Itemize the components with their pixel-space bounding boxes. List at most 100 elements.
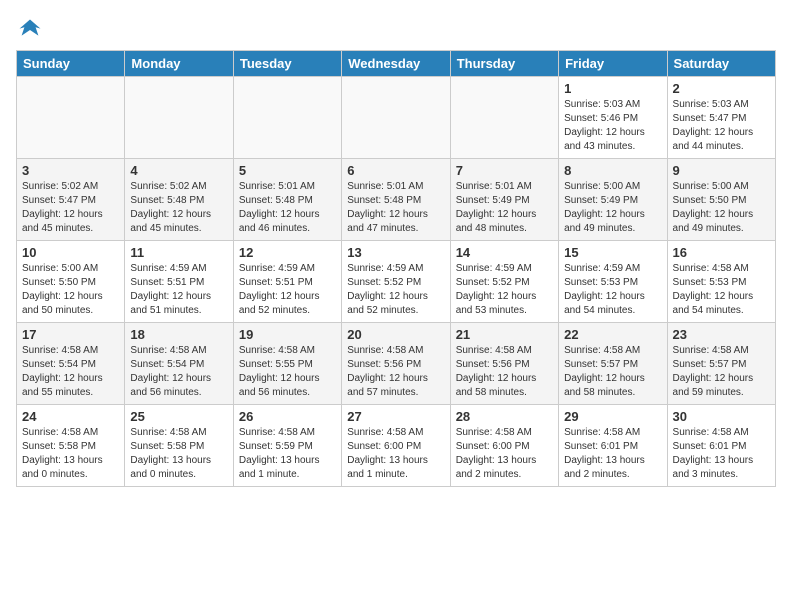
calendar-week-3: 10 Sunrise: 5:00 AM Sunset: 5:50 PM Dayli… [17,241,776,323]
calendar-cell [233,77,341,159]
day-info: Sunrise: 4:58 AM Sunset: 6:01 PM Dayligh… [564,426,661,482]
day-number: 21 [456,327,553,342]
day-info: Sunrise: 4:59 AM Sunset: 5:51 PM Dayligh… [239,262,336,318]
day-number: 18 [130,327,227,342]
calendar-cell: 7Sunrise: 5:01 AM Sunset: 5:49 PM Daylig… [450,159,558,241]
calendar-cell: 16 Sunrise: 4:58 AM Sunset: 5:53 PM Dayli… [667,241,775,323]
calendar-body: 1Sunrise: 5:03 AM Sunset: 5:46 PM Daylig… [17,77,776,487]
day-number: 22 [564,327,661,342]
day-number: 10 [22,245,119,260]
calendar-header-sunday: Sunday [17,51,125,77]
calendar-cell: 30 Sunrise: 4:58 AM Sunset: 6:01 PM Dayli… [667,405,775,487]
calendar-week-1: 1Sunrise: 5:03 AM Sunset: 5:46 PM Daylig… [17,77,776,159]
calendar-header-thursday: Thursday [450,51,558,77]
day-info: Sunrise: 4:58 AM Sunset: 5:56 PM Dayligh… [456,344,553,400]
calendar-header-monday: Monday [125,51,233,77]
calendar-cell: 3Sunrise: 5:02 AM Sunset: 5:47 PM Daylig… [17,159,125,241]
day-info: Sunrise: 5:03 AM Sunset: 5:46 PM Dayligh… [564,98,661,154]
day-info: Sunrise: 4:58 AM Sunset: 5:54 PM Dayligh… [22,344,119,400]
calendar-cell: 19 Sunrise: 4:58 AM Sunset: 5:55 PM Dayli… [233,323,341,405]
day-number: 12 [239,245,336,260]
day-info: Sunrise: 5:02 AM Sunset: 5:48 PM Dayligh… [130,180,227,236]
calendar-header-friday: Friday [559,51,667,77]
day-info: Sunrise: 4:59 AM Sunset: 5:51 PM Dayligh… [130,262,227,318]
calendar-cell: 27 Sunrise: 4:58 AM Sunset: 6:00 PM Dayli… [342,405,450,487]
calendar-cell [17,77,125,159]
day-info: Sunrise: 4:58 AM Sunset: 5:59 PM Dayligh… [239,426,336,482]
calendar-cell: 1Sunrise: 5:03 AM Sunset: 5:46 PM Daylig… [559,77,667,159]
calendar-cell: 29 Sunrise: 4:58 AM Sunset: 6:01 PM Dayli… [559,405,667,487]
day-number: 8 [564,163,661,178]
calendar-cell: 24Sunrise: 4:58 AM Sunset: 5:58 PM Dayli… [17,405,125,487]
day-number: 26 [239,409,336,424]
calendar-header-row: SundayMondayTuesdayWednesdayThursdayFrid… [17,51,776,77]
calendar-cell: 13 Sunrise: 4:59 AM Sunset: 5:52 PM Dayli… [342,241,450,323]
day-info: Sunrise: 4:58 AM Sunset: 5:55 PM Dayligh… [239,344,336,400]
day-info: Sunrise: 4:59 AM Sunset: 5:53 PM Dayligh… [564,262,661,318]
calendar-cell: 4Sunrise: 5:02 AM Sunset: 5:48 PM Daylig… [125,159,233,241]
day-number: 11 [130,245,227,260]
calendar-cell: 17 Sunrise: 4:58 AM Sunset: 5:54 PM Dayli… [17,323,125,405]
day-number: 29 [564,409,661,424]
calendar-cell: 20 Sunrise: 4:58 AM Sunset: 5:56 PM Dayli… [342,323,450,405]
day-info: Sunrise: 4:58 AM Sunset: 5:53 PM Dayligh… [673,262,770,318]
calendar-week-4: 17 Sunrise: 4:58 AM Sunset: 5:54 PM Dayli… [17,323,776,405]
calendar-cell: 6 Sunrise: 5:01 AM Sunset: 5:48 PM Daylig… [342,159,450,241]
day-info: Sunrise: 4:58 AM Sunset: 6:01 PM Dayligh… [673,426,770,482]
day-info: Sunrise: 4:58 AM Sunset: 5:58 PM Dayligh… [130,426,227,482]
day-info: Sunrise: 4:58 AM Sunset: 5:57 PM Dayligh… [673,344,770,400]
calendar-cell: 26 Sunrise: 4:58 AM Sunset: 5:59 PM Dayli… [233,405,341,487]
calendar-cell: 9 Sunrise: 5:00 AM Sunset: 5:50 PM Daylig… [667,159,775,241]
day-number: 30 [673,409,770,424]
day-number: 7 [456,163,553,178]
calendar-cell: 2 Sunrise: 5:03 AM Sunset: 5:47 PM Daylig… [667,77,775,159]
day-info: Sunrise: 4:59 AM Sunset: 5:52 PM Dayligh… [456,262,553,318]
day-info: Sunrise: 4:58 AM Sunset: 5:58 PM Dayligh… [22,426,119,482]
day-number: 15 [564,245,661,260]
calendar-cell: 23Sunrise: 4:58 AM Sunset: 5:57 PM Dayli… [667,323,775,405]
calendar-cell [125,77,233,159]
day-info: Sunrise: 4:58 AM Sunset: 6:00 PM Dayligh… [347,426,444,482]
day-info: Sunrise: 5:03 AM Sunset: 5:47 PM Dayligh… [673,98,770,154]
calendar-cell: 10 Sunrise: 5:00 AM Sunset: 5:50 PM Dayli… [17,241,125,323]
calendar-cell: 18Sunrise: 4:58 AM Sunset: 5:54 PM Dayli… [125,323,233,405]
calendar: SundayMondayTuesdayWednesdayThursdayFrid… [16,50,776,487]
calendar-cell: 28 Sunrise: 4:58 AM Sunset: 6:00 PM Dayli… [450,405,558,487]
day-number: 9 [673,163,770,178]
day-info: Sunrise: 5:01 AM Sunset: 5:48 PM Dayligh… [239,180,336,236]
calendar-week-2: 3Sunrise: 5:02 AM Sunset: 5:47 PM Daylig… [17,159,776,241]
logo-bird-icon [16,16,44,44]
day-number: 3 [22,163,119,178]
day-info: Sunrise: 5:00 AM Sunset: 5:50 PM Dayligh… [673,180,770,236]
calendar-cell: 25 Sunrise: 4:58 AM Sunset: 5:58 PM Dayli… [125,405,233,487]
day-number: 2 [673,81,770,96]
day-info: Sunrise: 4:58 AM Sunset: 5:56 PM Dayligh… [347,344,444,400]
day-number: 25 [130,409,227,424]
day-number: 16 [673,245,770,260]
day-info: Sunrise: 4:58 AM Sunset: 5:57 PM Dayligh… [564,344,661,400]
day-info: Sunrise: 5:00 AM Sunset: 5:49 PM Dayligh… [564,180,661,236]
calendar-cell: 12 Sunrise: 4:59 AM Sunset: 5:51 PM Dayli… [233,241,341,323]
day-number: 6 [347,163,444,178]
calendar-cell: 15 Sunrise: 4:59 AM Sunset: 5:53 PM Dayli… [559,241,667,323]
calendar-cell [342,77,450,159]
calendar-week-5: 24Sunrise: 4:58 AM Sunset: 5:58 PM Dayli… [17,405,776,487]
calendar-cell: 8 Sunrise: 5:00 AM Sunset: 5:49 PM Daylig… [559,159,667,241]
day-number: 20 [347,327,444,342]
calendar-header-wednesday: Wednesday [342,51,450,77]
day-number: 17 [22,327,119,342]
calendar-header-saturday: Saturday [667,51,775,77]
day-number: 13 [347,245,444,260]
day-number: 28 [456,409,553,424]
day-number: 27 [347,409,444,424]
day-info: Sunrise: 5:01 AM Sunset: 5:48 PM Dayligh… [347,180,444,236]
day-info: Sunrise: 4:58 AM Sunset: 6:00 PM Dayligh… [456,426,553,482]
calendar-cell: 22 Sunrise: 4:58 AM Sunset: 5:57 PM Dayli… [559,323,667,405]
day-number: 19 [239,327,336,342]
calendar-header-tuesday: Tuesday [233,51,341,77]
calendar-cell [450,77,558,159]
header [16,16,776,44]
day-info: Sunrise: 5:00 AM Sunset: 5:50 PM Dayligh… [22,262,119,318]
day-number: 14 [456,245,553,260]
day-info: Sunrise: 4:59 AM Sunset: 5:52 PM Dayligh… [347,262,444,318]
